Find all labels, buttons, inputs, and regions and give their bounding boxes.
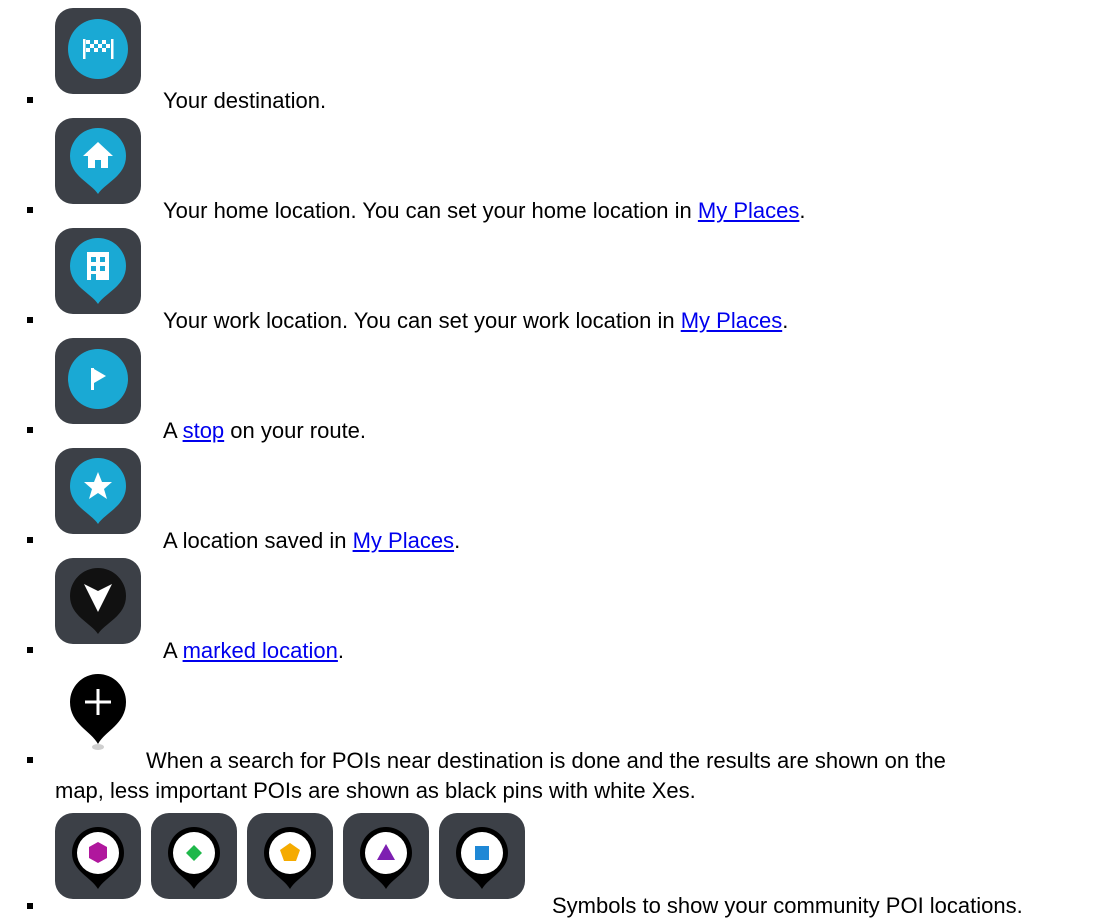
my-places-link[interactable]: My Places xyxy=(353,528,454,553)
saved-location-tile xyxy=(55,448,141,534)
stop-tile xyxy=(55,338,141,424)
item-text: A marked location. xyxy=(163,638,345,663)
destination-flag-icon xyxy=(68,19,128,79)
community-poi-tile-diamond xyxy=(151,813,237,899)
community-poi-tile-hexagon xyxy=(55,813,141,899)
square-pin-icon xyxy=(456,827,508,889)
community-poi-tile-pentagon xyxy=(247,813,333,899)
marked-location-tile xyxy=(55,558,141,644)
home-tile xyxy=(55,118,141,204)
triangle-pin-icon xyxy=(360,827,412,889)
work-pin-icon xyxy=(70,238,126,304)
list-bullet xyxy=(27,427,33,433)
community-poi-tile-square xyxy=(439,813,525,899)
list-bullet xyxy=(27,317,33,323)
stop-link[interactable]: stop xyxy=(183,418,225,443)
diamond-pin-icon xyxy=(168,827,220,889)
poi-plus-pin-icon xyxy=(70,674,126,750)
saved-star-pin-icon xyxy=(70,458,126,524)
home-pin-icon xyxy=(70,128,126,194)
my-places-link[interactable]: My Places xyxy=(698,198,799,223)
hexagon-pin-icon xyxy=(72,827,124,889)
list-bullet xyxy=(27,903,33,909)
item-text-line-2: map, less important POIs are shown as bl… xyxy=(55,778,696,803)
list-bullet xyxy=(27,757,33,763)
item-text: Symbols to show your community POI locat… xyxy=(552,893,1023,918)
item-text: Your work location. You can set your wor… xyxy=(163,308,789,333)
list-bullet xyxy=(27,207,33,213)
item-text: Your destination. xyxy=(163,88,327,113)
my-places-link[interactable]: My Places xyxy=(681,308,782,333)
list-bullet xyxy=(27,97,33,103)
item-text: A stop on your route. xyxy=(163,418,367,443)
item-text: A location saved in My Places. xyxy=(163,528,461,553)
destination-tile xyxy=(55,8,141,94)
community-poi-tile-triangle xyxy=(343,813,429,899)
item-text: Your home location. You can set your hom… xyxy=(163,198,806,223)
pentagon-pin-icon xyxy=(264,827,316,889)
marked-location-pin-icon xyxy=(70,568,126,634)
stop-flag-icon xyxy=(68,349,128,409)
work-tile xyxy=(55,228,141,314)
item-text-line-1: When a search for POIs near destination … xyxy=(146,748,946,773)
marked-location-link[interactable]: marked location xyxy=(183,638,338,663)
list-bullet xyxy=(27,537,33,543)
list-bullet xyxy=(27,647,33,653)
